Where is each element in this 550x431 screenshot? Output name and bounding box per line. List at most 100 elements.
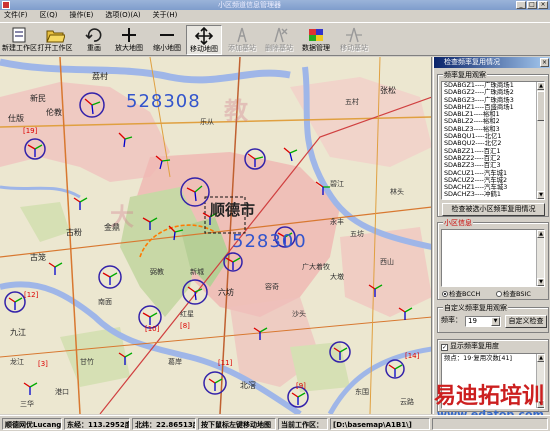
site-id-label: [8] <box>180 322 190 330</box>
place-label: 古粉 <box>66 228 82 237</box>
status-latitude: 北纬：22.86513度 <box>132 418 196 430</box>
status-app-label: 顺德网优Lucang <box>2 418 62 430</box>
show-reuse-degree-checkbox[interactable]: ✓ 显示频率复用度 <box>441 342 499 351</box>
place-label: 葛岸 <box>168 358 182 366</box>
place-label: 东围 <box>355 388 369 396</box>
zoom-in-icon <box>119 26 139 44</box>
place-label: 沙头 <box>292 310 306 318</box>
zip-code-label: 528300 <box>232 231 307 252</box>
place-label: 新民 <box>30 94 46 103</box>
move-station-icon <box>344 26 364 44</box>
radio-check-bcch[interactable]: 检查BCCH <box>442 290 480 298</box>
pan-map-button[interactable]: 移动地图 <box>186 25 222 55</box>
zoom-out-icon <box>157 26 177 44</box>
add-station-icon <box>232 26 252 44</box>
list-scrollbar[interactable]: ▲ ▼ <box>536 82 544 199</box>
new-workspace-button[interactable]: 新建工作区 <box>2 25 37 55</box>
chevron-down-icon[interactable]: ▼ <box>491 317 500 326</box>
status-empty-pane <box>432 418 548 430</box>
check-selected-cell-button[interactable]: 检查被选小区频率复用情况 <box>442 203 545 216</box>
place-label: 五村 <box>345 98 359 106</box>
cell-info-group: 小区信息 ▲ ▼ 检查BCCH 检查BSIC <box>437 218 549 300</box>
place-label: 张松 <box>380 86 396 95</box>
close-button[interactable]: × <box>538 1 548 9</box>
redraw-button[interactable]: 重画 <box>80 25 108 55</box>
zoom-out-button[interactable]: 缩小地图 <box>150 25 184 55</box>
app-window: 小区频道信息管理器 _ □ × 文件(F) 区(Q) 操作(E) 选项(O)(A… <box>0 0 550 431</box>
map-watermark-char: 教 <box>224 97 248 125</box>
move-station-button[interactable]: 移动基站 <box>337 25 371 55</box>
site-id-label: [9] <box>296 382 306 390</box>
group-label: 自定义频率复用观察 <box>443 303 508 313</box>
custom-check-button[interactable]: 自定义检查 <box>505 315 547 328</box>
window-title: 小区频道信息管理器 <box>218 1 281 9</box>
new-workspace-icon <box>9 26 29 44</box>
place-label: 永丰 <box>330 218 344 226</box>
delete-station-icon <box>269 26 289 44</box>
radio-selected-icon <box>442 291 448 297</box>
title-bar: 小区频道信息管理器 _ □ × <box>0 0 550 10</box>
menu-operation[interactable]: 操作(E) <box>63 10 99 21</box>
scroll-up-icon[interactable]: ▲ <box>537 354 544 362</box>
add-station-button[interactable]: 添加基站 <box>225 25 259 55</box>
menu-file[interactable]: 文件(F) <box>0 10 34 21</box>
freq-label: 频率： <box>441 316 462 324</box>
toolbar: 新建工作区 打开工作区 重画 放大地图 缩小地图 移动地图 添加基站 删除基站 … <box>0 22 550 56</box>
site-id-label: [3] <box>38 360 48 368</box>
app-icon <box>2 1 10 9</box>
status-workspace-label: 当前工作区： <box>278 418 328 430</box>
place-label: 弼教 <box>150 268 164 276</box>
menu-about[interactable]: 关于(H) <box>147 10 184 21</box>
scroll-down-icon[interactable]: ▼ <box>537 278 544 286</box>
menu-options[interactable]: 选项(O)(A) <box>99 10 146 21</box>
site-id-label: [10] <box>145 325 160 333</box>
checkmark-icon: ✓ <box>441 344 448 351</box>
data-manage-icon <box>306 26 326 44</box>
place-label: 广大着牧 <box>302 263 330 271</box>
place-label: 龙江 <box>10 358 24 366</box>
status-hint: 按下鼠标左键移动地图 <box>198 418 276 430</box>
data-manage-button[interactable]: 数据管理 <box>299 25 333 55</box>
city-name-label: 顺德市 <box>210 201 256 219</box>
map-view[interactable]: 大 教 528308 528300 顺德市 荔村 新民 伦教 仕版 古粉 金鼎 … <box>0 57 432 414</box>
group-label: 频率复用观察 <box>443 70 487 80</box>
redraw-icon <box>84 26 104 44</box>
cell-info-box[interactable]: ▲ ▼ <box>441 229 545 287</box>
menu-region[interactable]: 区(Q) <box>34 10 64 21</box>
place-label: 北滘 <box>240 381 256 390</box>
radio-empty-icon <box>496 291 502 297</box>
scroll-up-icon[interactable]: ▲ <box>537 230 544 238</box>
map-canvas <box>0 57 431 414</box>
place-label: 三华 <box>20 400 34 408</box>
place-label: 荔村 <box>92 72 108 81</box>
radio-check-bsic[interactable]: 检查BSIC <box>496 290 531 298</box>
scroll-down-icon[interactable]: ▼ <box>537 191 544 199</box>
open-workspace-button[interactable]: 打开工作区 <box>37 25 73 55</box>
open-folder-icon <box>45 26 66 44</box>
place-label: 甘竹 <box>80 358 94 366</box>
status-workspace-path: [D:\basemap\A1B1\] <box>330 418 430 430</box>
panel-close-icon[interactable]: × <box>540 58 549 67</box>
panel-header: 检查频率复用情况 × <box>434 57 550 68</box>
cell-reuse-list[interactable]: SDABGZ1----广珠商场1 SDABGZ2----广珠商场2 SDABGZ3-… <box>441 81 545 200</box>
scroll-up-icon[interactable]: ▲ <box>537 82 544 90</box>
scroll-thumb[interactable] <box>537 91 544 121</box>
site-id-label: [19] <box>23 127 38 135</box>
place-label: 仕版 <box>8 114 24 123</box>
freq-select[interactable]: 19 ▼ <box>465 316 501 327</box>
place-label: 容奇 <box>265 283 279 291</box>
minimize-button[interactable]: _ <box>516 1 526 9</box>
panel-title: 检查频率复用情况 <box>444 58 500 66</box>
list-item[interactable]: SDACHZ3----冲鹤1 <box>442 191 536 199</box>
delete-station-button[interactable]: 删除基站 <box>262 25 296 55</box>
site-id-label: [14] <box>405 352 420 360</box>
maximize-button[interactable]: □ <box>527 1 537 9</box>
reuse-observe-group: 频率复用观察 SDABGZ1----广珠商场1 SDABGZ2----广珠商场2 S… <box>437 70 549 217</box>
menu-bar: 文件(F) 区(Q) 操作(E) 选项(O)(A) 关于(H) <box>0 10 550 21</box>
zoom-in-button[interactable]: 放大地图 <box>112 25 146 55</box>
place-label: 红星 <box>180 310 194 318</box>
zip-code-label: 528308 <box>126 91 201 112</box>
info-scrollbar[interactable]: ▲ ▼ <box>536 230 544 286</box>
group-label: 小区信息 <box>443 218 473 228</box>
place-label: 九江 <box>10 328 26 337</box>
